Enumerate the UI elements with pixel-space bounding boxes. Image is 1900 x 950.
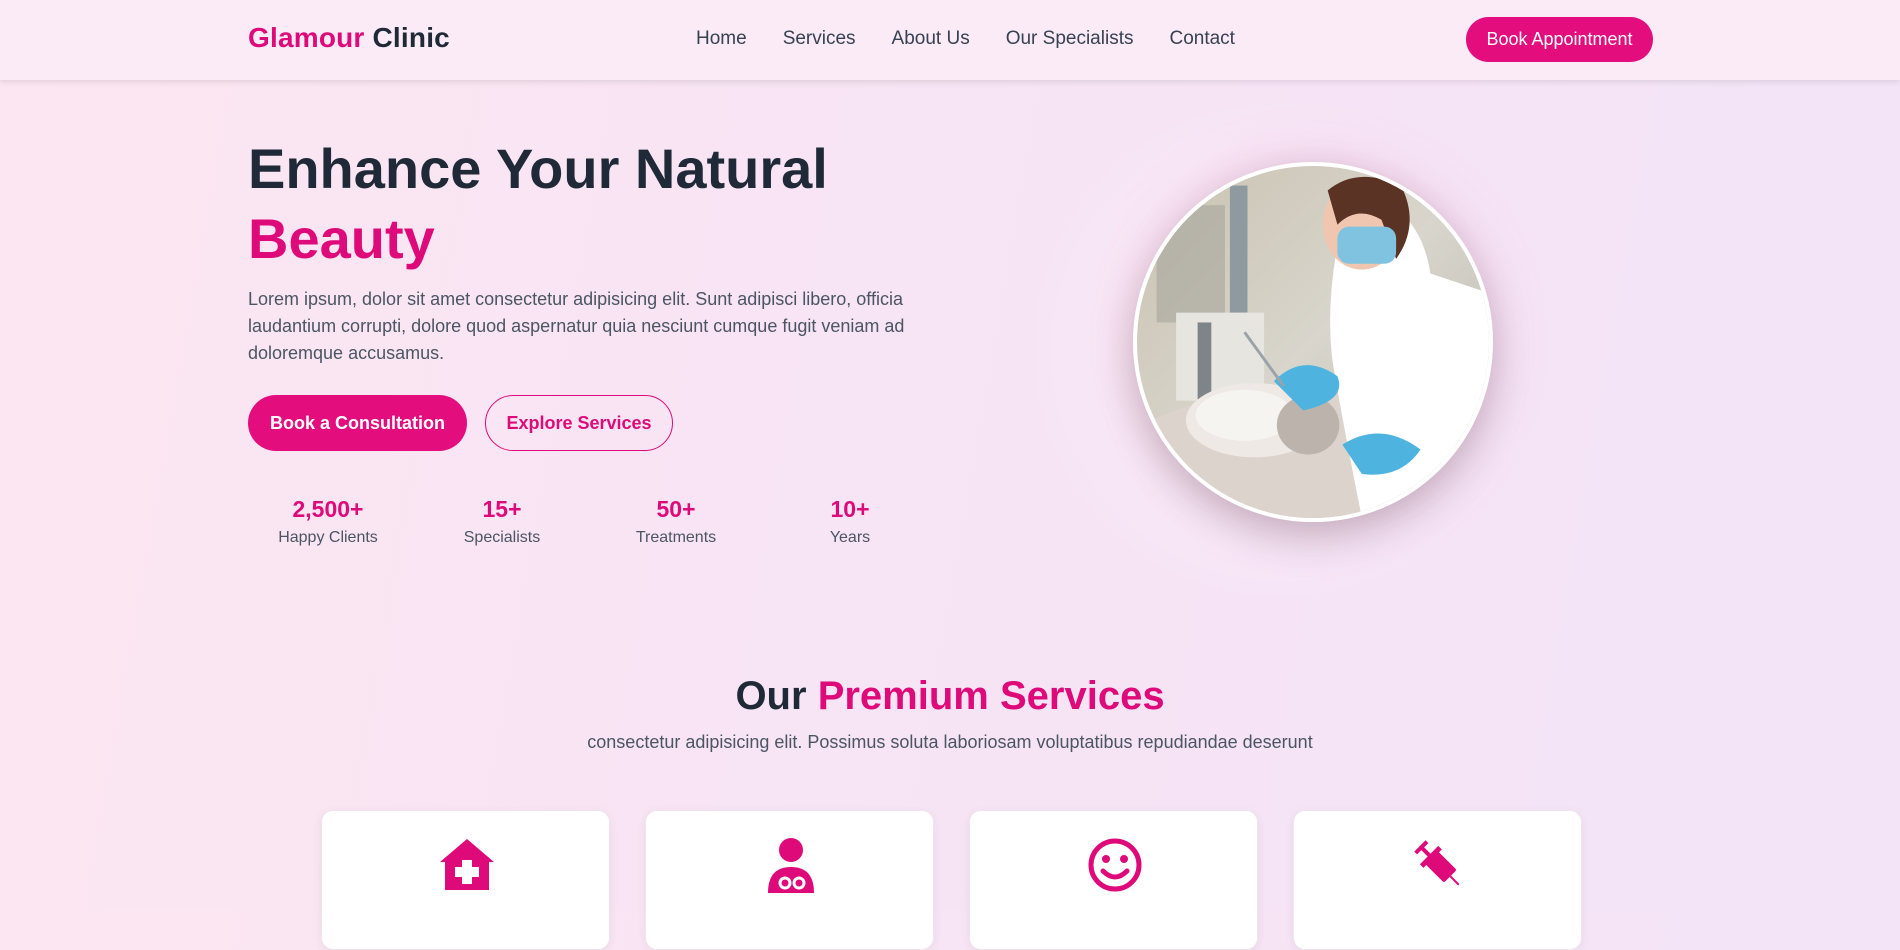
stat-label: Treatments — [635, 529, 717, 546]
stat-label: Specialists — [463, 529, 541, 546]
navbar: Glamour Clinic Home Services About Us Ou… — [0, 0, 1900, 80]
smile-icon — [1088, 838, 1142, 892]
book-consultation-button[interactable]: Book a Consultation — [248, 395, 467, 451]
hero-title-line1: Enhance Your Natural — [248, 137, 828, 200]
stat-specialists: 15+ Specialists — [422, 496, 582, 547]
services-title-highlight: Premium Services — [817, 674, 1165, 718]
service-card-2[interactable] — [645, 810, 934, 950]
nav-link-services[interactable]: Services — [783, 28, 856, 50]
nav-link-our-specialists[interactable]: Our Specialists — [1006, 28, 1134, 50]
stat-value: 50+ — [656, 496, 696, 522]
facial-treatment-illustration — [1137, 166, 1489, 518]
stat-happy-clients: 2,500+ Happy Clients — [248, 496, 408, 547]
service-card-4[interactable] — [1293, 810, 1582, 950]
doctor-icon — [768, 838, 814, 893]
clinic-medical-icon — [440, 839, 494, 890]
hero-title-highlight: Beauty — [248, 207, 435, 270]
service-card-1[interactable] — [321, 810, 610, 950]
services-subtitle: consectetur adipisicing elit. Possimus s… — [587, 732, 1313, 752]
stat-label: Happy Clients — [278, 529, 378, 546]
brand-name-rest: Clinic — [364, 22, 450, 53]
hero-title: Enhance Your Natural Beauty — [248, 134, 828, 274]
services-title-dark: Our — [735, 674, 807, 718]
brand-logo[interactable]: Glamour Clinic — [248, 22, 450, 54]
book-appointment-button[interactable]: Book Appointment — [1466, 17, 1653, 62]
stat-years: 10+ Years — [770, 496, 930, 547]
nav-link-about-us[interactable]: About Us — [892, 28, 970, 50]
services-title: Our Premium Services — [0, 674, 1900, 719]
brand-name-accent: Glamour — [248, 22, 365, 53]
nav-link-home[interactable]: Home — [696, 28, 747, 50]
nav-link-contact[interactable]: Contact — [1169, 28, 1234, 50]
nav-links: Home Services About Us Our Specialists C… — [696, 28, 1235, 50]
hero-description: Lorem ipsum, dolor sit amet consectetur … — [248, 289, 905, 363]
stat-value: 10+ — [830, 496, 870, 522]
syringe-icon — [1414, 840, 1460, 886]
stat-value: 2,500+ — [292, 496, 364, 522]
stat-value: 15+ — [482, 496, 522, 522]
stat-treatments: 50+ Treatments — [596, 496, 756, 547]
service-card-3[interactable] — [969, 810, 1258, 950]
hero-stats: 2,500+ Happy Clients 15+ Specialists 50+… — [248, 496, 908, 556]
stat-label: Years — [829, 529, 871, 546]
hero-image — [1133, 162, 1493, 522]
explore-services-button[interactable]: Explore Services — [485, 395, 673, 451]
